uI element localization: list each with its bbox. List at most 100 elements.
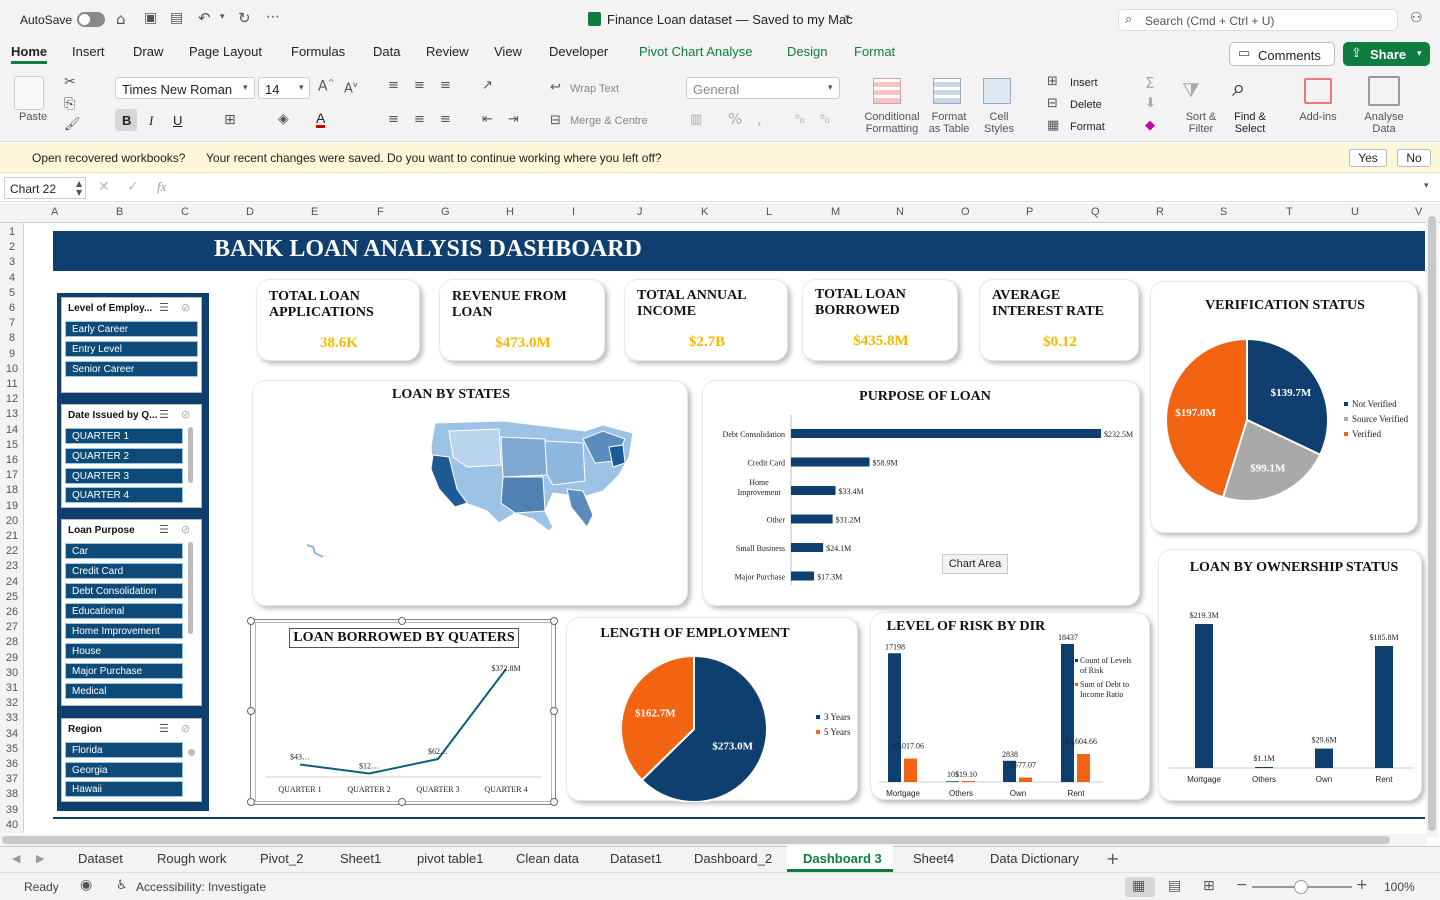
chart-loan-by-ownership[interactable]: LOAN BY OWNERSHIP STATUS $219.3M Mortgage… [1158, 549, 1422, 801]
tab-pivot-chart-analyse[interactable]: Pivot Chart Analyse [639, 44, 752, 59]
paste-label[interactable]: Paste [19, 111, 47, 123]
autosum-icon[interactable]: Σ [1145, 74, 1154, 92]
undo-icon[interactable]: ↶ [198, 9, 211, 27]
fill-color-icon[interactable]: ◈ [278, 111, 289, 127]
sort-filter-button[interactable]: Sort & Filter [1182, 111, 1220, 135]
slicer-item[interactable]: QUARTER 4 [65, 487, 183, 503]
chart-selection-frame[interactable] [250, 619, 556, 805]
purpose-bar-svg[interactable]: $232.5M Debt Consolidation $58.9M Credit Ca… [703, 381, 1141, 607]
slicer-item[interactable]: House [65, 643, 183, 659]
slicer-item[interactable]: QUARTER 2 [65, 448, 183, 464]
save-as-icon[interactable]: ▤ [170, 10, 183, 26]
row-header[interactable]: 18 [0, 484, 24, 496]
row-header[interactable]: 10 [0, 363, 24, 375]
slicer-item[interactable]: QUARTER 3 [65, 468, 183, 484]
conditional-formatting-icon[interactable] [873, 78, 901, 104]
format-as-table-icon[interactable] [933, 78, 961, 104]
slicer-item[interactable]: Florida [65, 742, 183, 758]
macro-record-icon[interactable]: ◉ [80, 877, 92, 893]
decrease-font-icon[interactable]: Av [344, 80, 358, 96]
percent-icon[interactable]: % [728, 110, 742, 128]
row-header[interactable]: 36 [0, 758, 24, 770]
more-icon[interactable]: ⋯ [266, 9, 280, 25]
underline-icon[interactable]: U [173, 113, 182, 128]
slicer-item[interactable]: Major Purchase [65, 663, 183, 679]
formula-input[interactable] [178, 177, 1420, 199]
align-left-icon[interactable]: ≡ [388, 112, 399, 127]
comma-icon[interactable]: , [757, 110, 762, 128]
us-map[interactable] [306, 420, 634, 558]
resize-handle[interactable] [550, 617, 558, 625]
increase-indent-icon[interactable]: ⇥ [508, 112, 519, 127]
row-header[interactable]: 12 [0, 393, 24, 405]
row-header[interactable]: 4 [0, 272, 24, 284]
slicer-item[interactable]: Debt Consolidation [65, 583, 183, 599]
zoom-in-icon[interactable]: + [1356, 877, 1368, 893]
share-button[interactable]: ⇪ Share ▾ [1343, 42, 1430, 66]
ownership-bar-svg[interactable]: $219.3M Mortgage $1.1M Others $29.6M Own $185.… [1159, 550, 1423, 802]
slicer-item[interactable]: Home Improvement [65, 623, 183, 639]
tab-formulas[interactable]: Formulas [291, 44, 345, 59]
tab-view[interactable]: View [494, 44, 522, 59]
font-size-select[interactable]: 14 ▾ [258, 77, 310, 99]
cut-icon[interactable]: ✂ [64, 74, 76, 90]
name-box[interactable]: Chart 22 ▲ ▼ [4, 177, 86, 199]
slicer-item[interactable]: Hawaii [65, 781, 183, 797]
sheet-tab[interactable]: Data Dictionary [990, 851, 1079, 866]
prev-sheet-icon[interactable]: ◀ [12, 852, 20, 865]
row-header[interactable]: 7 [0, 317, 24, 329]
col-header[interactable]: V [1415, 206, 1422, 218]
normal-view-button[interactable]: ▦ [1125, 877, 1155, 897]
row-header[interactable]: 21 [0, 530, 24, 542]
analyse-data-icon[interactable] [1368, 76, 1400, 106]
align-center-icon[interactable]: ≡ [414, 112, 425, 127]
resize-handle[interactable] [247, 707, 255, 715]
comments-button[interactable]: ▭ Comments [1229, 42, 1335, 66]
accessibility-icon[interactable]: ♿ [116, 878, 128, 893]
italic-icon[interactable]: I [149, 113, 153, 129]
row-header[interactable]: 27 [0, 621, 24, 633]
row-header[interactable]: 13 [0, 408, 24, 420]
tab-format[interactable]: Format [854, 44, 895, 59]
resize-handle[interactable] [550, 798, 558, 806]
font-name-select[interactable]: Times New Roman ▾ [115, 77, 255, 99]
chart-length-of-employment[interactable]: LENGTH OF EMPLOYMENT $273.0M $162.7M 3 Yea… [566, 617, 858, 802]
tab-design[interactable]: Design [787, 44, 827, 59]
notice-yes-button[interactable]: Yes [1349, 149, 1387, 167]
tab-home[interactable]: Home [11, 44, 48, 64]
autosave-toggle[interactable] [77, 12, 105, 27]
clear-icon[interactable]: ◆ [1145, 118, 1155, 133]
clear-filter-icon[interactable]: ⊘ [181, 523, 190, 536]
borders-icon[interactable]: ⊞ [224, 112, 236, 128]
zoom-slider-thumb[interactable] [1294, 880, 1308, 894]
align-top-icon[interactable]: ≡ [388, 78, 399, 93]
increase-font-icon[interactable]: A^ [318, 78, 334, 95]
col-header[interactable]: D [246, 206, 254, 218]
tab-developer[interactable]: Developer [549, 44, 608, 59]
chart-level-of-risk[interactable]: LEVEL OF RISK BY DIR 17198 $3,017.06 Mortg… [870, 612, 1150, 800]
row-header[interactable]: 24 [0, 576, 24, 588]
tab-review[interactable]: Review [426, 44, 469, 59]
col-header[interactable]: L [766, 206, 772, 218]
page-layout-view-icon[interactable]: ▤ [1168, 878, 1181, 894]
row-header[interactable]: 37 [0, 773, 24, 785]
col-header[interactable]: F [377, 206, 384, 218]
chart-loan-by-states[interactable]: LOAN BY STATES [252, 380, 688, 606]
orientation-icon[interactable]: ↗ [482, 78, 493, 93]
bold-button[interactable]: B [115, 109, 137, 131]
row-header[interactable]: 31 [0, 682, 24, 694]
slicer-item[interactable]: Car [65, 543, 183, 559]
expand-formula-icon[interactable]: ▾ [1424, 181, 1429, 191]
sheet-tab[interactable]: Dataset [78, 851, 123, 866]
slicer-level-of-employment[interactable]: Level of Employ... ☰ ⊘ Early Career Entr… [61, 297, 202, 393]
wrap-text-icon[interactable]: ↩ [550, 80, 561, 95]
col-header[interactable]: H [506, 206, 514, 218]
font-color-icon[interactable]: A [316, 111, 326, 128]
format-painter-icon[interactable]: 🖌 [64, 117, 81, 132]
currency-icon[interactable]: ▥ [690, 112, 702, 127]
col-header[interactable]: S [1220, 206, 1227, 218]
col-header[interactable]: R [1156, 206, 1164, 218]
zoom-level[interactable]: 100% [1384, 880, 1415, 894]
col-header[interactable]: O [961, 206, 970, 218]
zoom-out-icon[interactable]: − [1236, 877, 1248, 893]
